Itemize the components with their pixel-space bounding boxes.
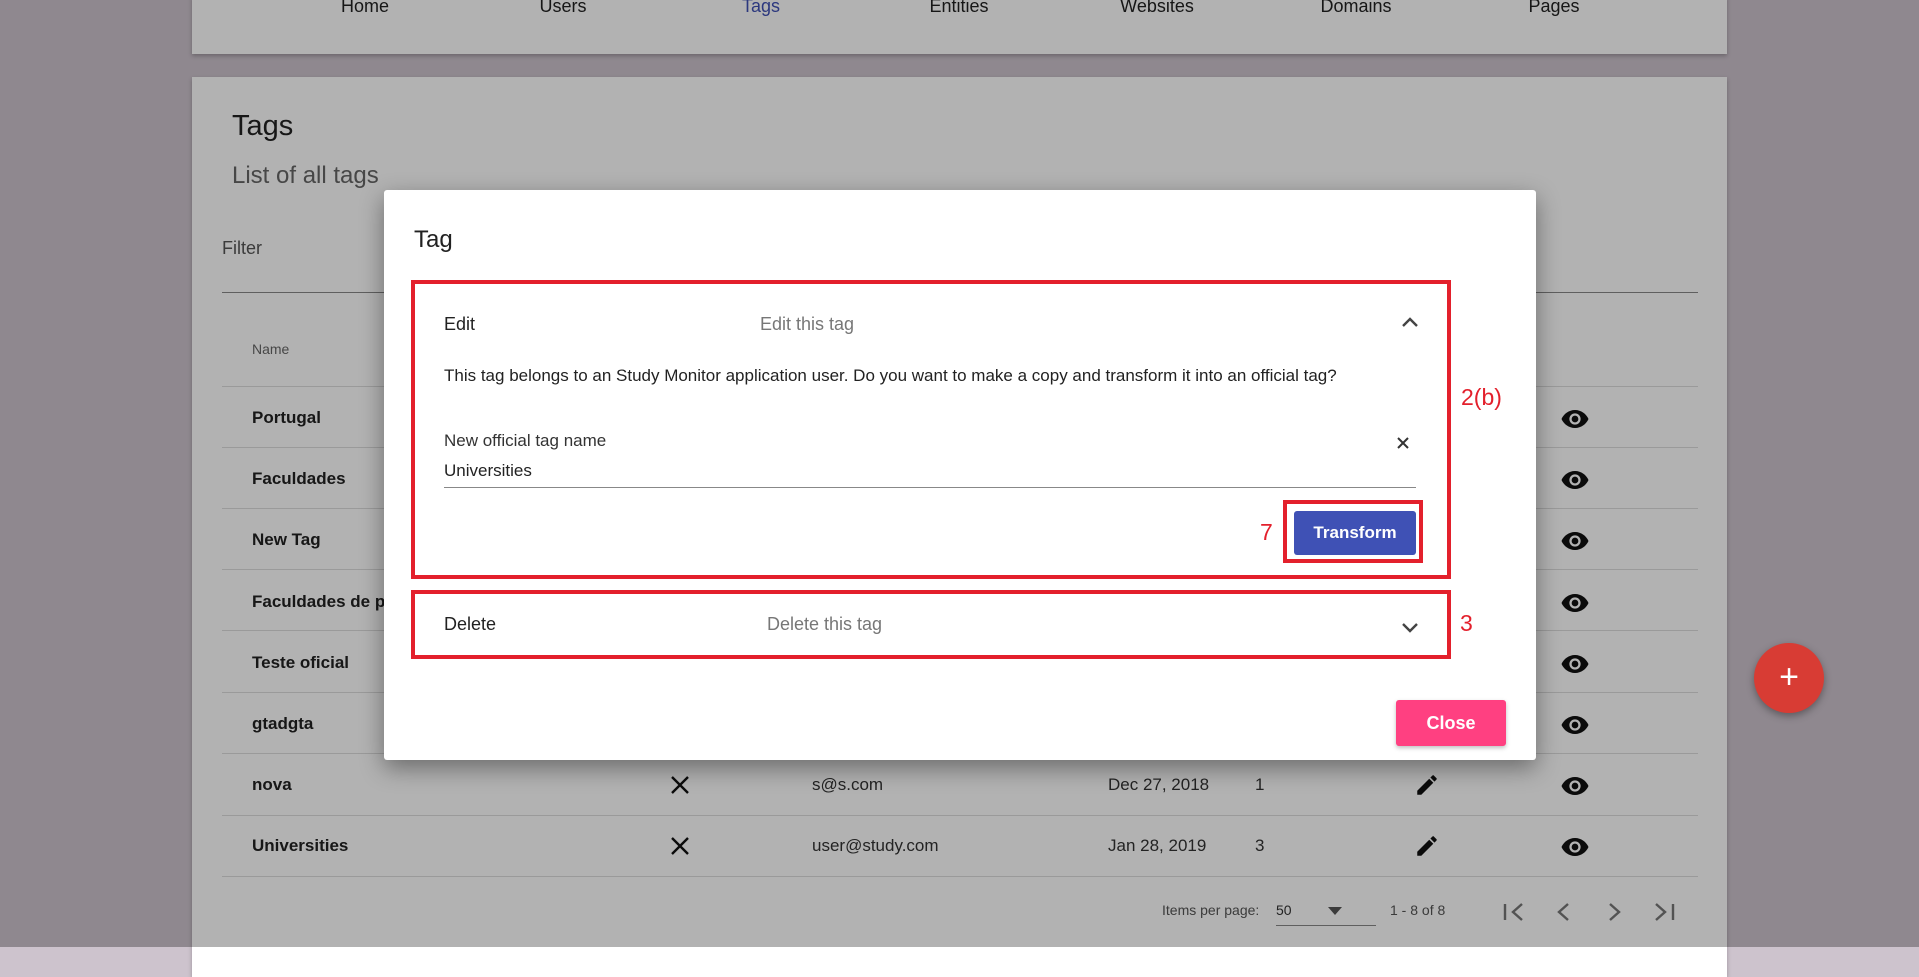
dialog-title: Tag xyxy=(414,226,453,253)
close-button[interactable]: Close xyxy=(1396,700,1506,746)
clear-icon[interactable] xyxy=(1394,434,1412,452)
annotation-label-transform-button: 7 xyxy=(1260,519,1273,545)
new-tag-name-label: New official tag name xyxy=(444,431,607,450)
annotation-label-delete-panel: 3 xyxy=(1460,610,1473,636)
edit-panel-description: Edit this tag xyxy=(760,314,855,334)
annotation-box-delete-panel xyxy=(411,590,1451,659)
delete-panel-description: Delete this tag xyxy=(767,614,883,634)
new-tag-name-underline xyxy=(444,487,1416,488)
delete-panel-title: Delete xyxy=(444,614,497,634)
chevron-up-icon[interactable] xyxy=(1400,315,1420,329)
chevron-down-icon[interactable] xyxy=(1400,621,1420,635)
edit-message: This tag belongs to an Study Monitor app… xyxy=(444,366,1337,385)
transform-button[interactable]: Transform xyxy=(1294,511,1416,555)
new-tag-name-input[interactable]: Universities xyxy=(444,461,532,481)
add-tag-button[interactable]: + xyxy=(1754,643,1824,713)
annotation-label-edit-panel: 2(b) xyxy=(1461,384,1502,410)
edit-panel-title: Edit xyxy=(444,314,476,334)
